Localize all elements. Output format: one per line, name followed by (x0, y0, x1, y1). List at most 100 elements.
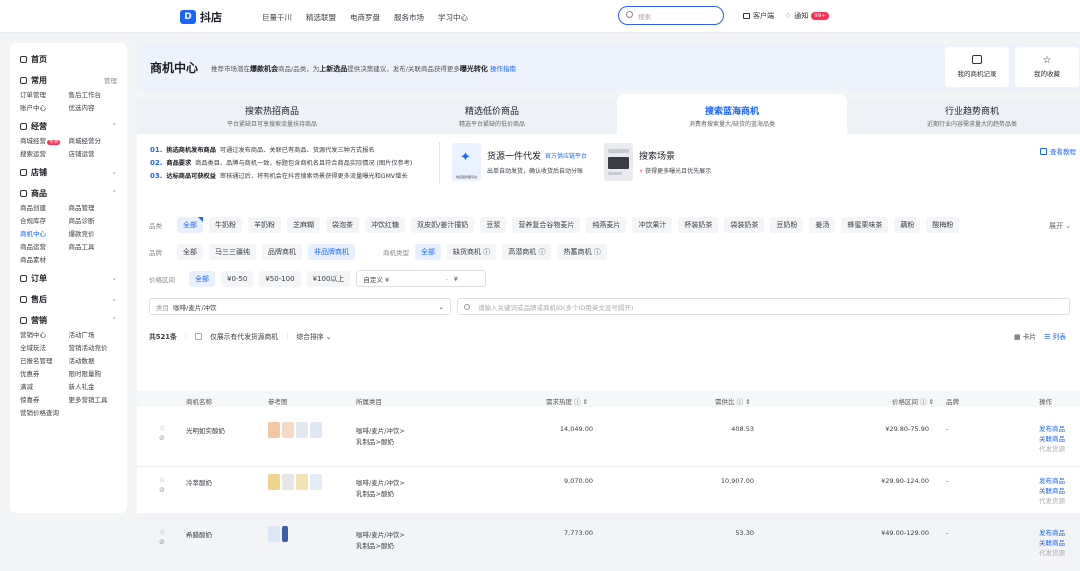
column-header-sortable[interactable]: 需求热度 ⓘ ⇕ (546, 396, 588, 406)
client-link[interactable]: 客户端 (743, 11, 774, 21)
category-chip[interactable]: 藕粉 (894, 217, 921, 233)
tab-hot-products[interactable]: 搜索热招商品 平台紧缺且可享搜索流量扶持商品 (177, 98, 367, 134)
category-chip[interactable]: 袋装奶茶 (724, 217, 765, 233)
sidebar-item[interactable]: 满减 (20, 382, 69, 392)
ignore-icon[interactable]: ⊘ (159, 433, 165, 443)
category-chip[interactable]: 全部 (177, 217, 203, 233)
tab-blue-ocean[interactable]: 搜索蓝海商机 消费者搜索量大/缺货的蓝海品类 (617, 94, 847, 134)
sidebar-item[interactable]: 营销活动竞价 (69, 343, 118, 353)
tutorial-link[interactable]: 查看教程 (1040, 146, 1076, 156)
sidebar-item[interactable]: 商品管理 (69, 203, 118, 213)
category-chip[interactable]: 酸梅粉 (926, 217, 960, 233)
link-product-link[interactable]: 关联商品 (1039, 538, 1065, 548)
custom-min-field[interactable]: 自定义 ¥ (363, 274, 445, 284)
category-chip[interactable]: 冲饮果汁 (632, 217, 673, 233)
publish-product-link[interactable]: 发布商品 (1039, 424, 1065, 434)
sidebar-group-header[interactable]: 订单 ⌄ (20, 270, 117, 286)
sidebar-item[interactable]: 惊喜券 (20, 395, 69, 405)
dropship-source-link[interactable]: 代发货源 (1039, 444, 1065, 454)
favorite-star-icon[interactable]: ☆ (159, 475, 165, 485)
expand-toggle[interactable]: 展开 ⌄ (1049, 221, 1071, 231)
sidebar-item[interactable]: 活动广场 (69, 330, 118, 340)
price-chip-selected[interactable]: 全部 (189, 270, 215, 287)
sidebar-item[interactable]: 商品运营 (20, 242, 69, 252)
type-chip[interactable]: 热蓄商机 ⓘ (557, 244, 607, 260)
only-supply-checkbox[interactable] (195, 332, 203, 340)
manage-link[interactable]: 管理 (104, 75, 117, 85)
reference-images[interactable] (268, 422, 322, 438)
sort-dropdown[interactable]: 综合排序 ⌄ (296, 331, 331, 341)
sidebar-item[interactable]: 已报名管理 (20, 356, 69, 366)
price-chip[interactable]: ¥50-100 (259, 270, 301, 287)
publish-product-link[interactable]: 发布商品 (1039, 476, 1065, 486)
keyword-search-input[interactable]: 请输入关键词或品牌或商机ID(多个ID用英文逗号隔开) (457, 298, 1070, 315)
dropship-card[interactable]: ✦ 供应链管理平台 货源一件代发 官方供应链平台 出单自动发货，确认收货后自动分账 (452, 143, 587, 181)
sidebar-item[interactable]: 优惠券 (20, 369, 69, 379)
category-chip[interactable]: 蜂蜜栗味茶 (841, 217, 889, 233)
nav-item[interactable]: 学习中心 (438, 12, 468, 23)
search-input[interactable]: 搜索 (618, 6, 724, 25)
sidebar-item[interactable]: 商城经营 专项 (20, 136, 69, 146)
guide-link[interactable]: 操作指南 (490, 65, 516, 73)
category-chip[interactable]: 纯燕麦片 (586, 217, 627, 233)
sidebar-group-header[interactable]: 商品 ⌃ (20, 185, 117, 201)
sidebar-item[interactable]: 商品创建 (20, 203, 69, 213)
sidebar-group-header[interactable]: 店铺 ⌄ (20, 164, 117, 180)
nav-item[interactable]: 服务市场 (394, 12, 424, 23)
link-product-link[interactable]: 关联商品 (1039, 486, 1065, 496)
price-chip[interactable]: ¥100以上 (306, 270, 351, 287)
sidebar-item[interactable]: 活动数据 (69, 356, 118, 366)
category-chip[interactable]: 芝麻糊 (287, 217, 320, 233)
sidebar-item-active[interactable]: 商机中心 (20, 229, 69, 239)
sidebar-item[interactable]: 新人礼金 (69, 382, 118, 392)
type-chip-selected[interactable]: 全部 (415, 244, 441, 260)
favorite-star-icon[interactable]: ☆ (159, 527, 165, 537)
link-product-link[interactable]: 关联商品 (1039, 434, 1065, 444)
sidebar-item[interactable]: 账户中心 (20, 103, 69, 113)
brand-chip[interactable]: 马三三疆纯 (209, 244, 256, 260)
column-header-sortable[interactable]: 价格区间 ⓘ ⇕ (892, 396, 934, 406)
nav-item[interactable]: 电商罗盘 (350, 12, 380, 23)
sidebar-item[interactable]: 售后工作台 (69, 90, 118, 100)
nav-item[interactable]: 巨量千川 (262, 12, 292, 23)
sidebar-group-header[interactable]: 常用 管理 (20, 72, 117, 88)
sidebar-group-header[interactable]: 营销 ⌃ (20, 312, 117, 328)
sidebar-item[interactable]: 商品诊断 (69, 216, 118, 226)
ignore-icon[interactable]: ⊘ (159, 537, 165, 547)
my-records-button[interactable]: 我的商机记录 (945, 47, 1009, 87)
sidebar-group-header[interactable]: 经营 ⌃ (20, 118, 117, 134)
ignore-icon[interactable]: ⊘ (159, 485, 165, 495)
sidebar-item[interactable]: 合规库存 (20, 216, 69, 226)
brand-chip-selected[interactable]: 非品牌商机 (308, 244, 355, 260)
sidebar-item[interactable]: 优选内容 (69, 103, 118, 113)
sidebar-item[interactable]: 商品工具 (69, 242, 118, 252)
category-chip[interactable]: 姜汤 (809, 217, 836, 233)
sidebar-home[interactable]: 首页 (20, 51, 117, 67)
tab-low-price[interactable]: 精选低价商品 精选平台紧缺的低价商品 (397, 98, 587, 134)
tab-industry-trends[interactable]: 行业趋势商机 近期行业内容需求量大的趋势品类 (877, 98, 1067, 134)
custom-max-field[interactable]: ¥ (454, 275, 458, 283)
sidebar-item[interactable]: 订单管理 (20, 90, 69, 100)
sidebar-item[interactable]: 全域玩法 (20, 343, 69, 353)
card-view-button[interactable]: ▦ 卡片 (1014, 331, 1036, 341)
custom-price-range[interactable]: 自定义 ¥ - ¥ (356, 270, 487, 287)
sidebar-item[interactable]: 爆款竞价 (69, 229, 118, 239)
category-select[interactable]: 类目 咖啡/麦片/冲饮 ⌄ (149, 298, 451, 315)
category-chip[interactable]: 豆浆 (480, 217, 507, 233)
brand-logo[interactable]: D 抖店 (180, 9, 222, 25)
sidebar-item[interactable]: 营销中心 (20, 330, 69, 340)
sidebar-item[interactable]: 搜索运营 (20, 149, 69, 159)
sidebar-group-header[interactable]: 售后 ⌄ (20, 291, 117, 307)
category-chip[interactable]: 袋泡茶 (326, 217, 359, 233)
price-chip[interactable]: ¥0-50 (221, 270, 254, 287)
category-chip[interactable]: 杯装奶茶 (678, 217, 719, 233)
reference-images[interactable] (268, 526, 288, 542)
search-scene-card[interactable]: 搜索场景 ⚡ 获得更多曝光且优先展示 (604, 143, 711, 181)
sidebar-item[interactable]: 限时限量购 (69, 369, 118, 379)
category-chip[interactable]: 羊奶粉 (248, 217, 281, 233)
sidebar-item[interactable]: 商品素材 (20, 255, 69, 265)
sidebar-item[interactable]: 更多营销工具 (69, 395, 118, 405)
category-chip[interactable]: 牛奶粉 (209, 217, 242, 233)
category-chip[interactable]: 冲饮红糖 (365, 217, 405, 233)
favorite-star-icon[interactable]: ☆ (159, 423, 165, 433)
